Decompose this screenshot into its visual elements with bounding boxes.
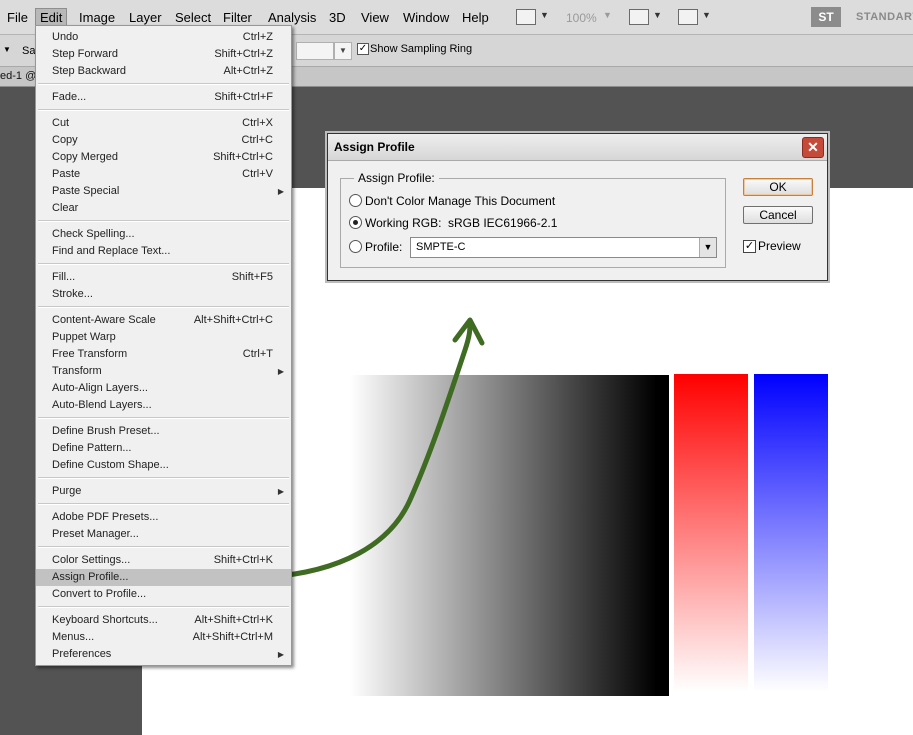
profile-select-value: SMPTE-C xyxy=(416,241,466,253)
menu-item-preset-manager[interactable]: Preset Manager... xyxy=(36,526,291,543)
menu-item-fill[interactable]: Fill... Shift+F5 xyxy=(36,269,291,286)
menu-item-auto-blend-layers[interactable]: Auto-Blend Layers... xyxy=(36,397,291,414)
menu-separator xyxy=(38,263,289,265)
close-icon[interactable]: ✕ xyxy=(802,137,824,158)
menu-item-step-forward[interactable]: Step Forward Shift+Ctrl+Z xyxy=(36,46,291,63)
menu-separator xyxy=(38,503,289,505)
menu-item-purge[interactable]: Purge ▶ xyxy=(36,483,291,500)
profile-select[interactable]: SMPTE-C ▼ xyxy=(410,237,717,258)
menu-item-fade[interactable]: Fade... Shift+Ctrl+F xyxy=(36,89,291,106)
menu-separator xyxy=(38,417,289,419)
preview-checkbox[interactable]: ✓ xyxy=(743,240,756,253)
menu-separator xyxy=(38,546,289,548)
menu-item-stroke[interactable]: Stroke... xyxy=(36,286,291,303)
submenu-arrow-icon: ▶ xyxy=(277,487,284,496)
menu-item-adobe-pdf-presets[interactable]: Adobe PDF Presets... xyxy=(36,509,291,526)
submenu-arrow-icon: ▶ xyxy=(277,367,284,376)
menu-item-define-custom-shape[interactable]: Define Custom Shape... xyxy=(36,457,291,474)
menu-item-auto-align-layers[interactable]: Auto-Align Layers... xyxy=(36,380,291,397)
menu-separator xyxy=(38,109,289,111)
menu-item-paste-special[interactable]: Paste Special ▶ xyxy=(36,183,291,200)
menu-separator xyxy=(38,83,289,85)
menu-item-convert-to-profile[interactable]: Convert to Profile... xyxy=(36,586,291,603)
menu-separator xyxy=(38,306,289,308)
menu-item-define-pattern[interactable]: Define Pattern... xyxy=(36,440,291,457)
preview-label[interactable]: Preview xyxy=(758,239,801,253)
radio-profile-label[interactable]: Profile: xyxy=(365,240,402,254)
radio-working-rgb[interactable] xyxy=(349,216,362,229)
menu-item-menus[interactable]: Menus... Alt+Shift+Ctrl+M xyxy=(36,629,291,646)
radio-dont-color-manage[interactable] xyxy=(349,194,362,207)
menu-item-define-brush-preset[interactable]: Define Brush Preset... xyxy=(36,423,291,440)
group-label: Assign Profile: xyxy=(354,171,439,185)
menu-item-content-aware-scale[interactable]: Content-Aware Scale Alt+Shift+Ctrl+C xyxy=(36,312,291,329)
menu-item-puppet-warp[interactable]: Puppet Warp xyxy=(36,329,291,346)
menu-item-transform[interactable]: Transform ▶ xyxy=(36,363,291,380)
submenu-arrow-icon: ▶ xyxy=(277,650,284,659)
cancel-button[interactable]: Cancel xyxy=(743,206,813,224)
menu-item-check-spelling[interactable]: Check Spelling... xyxy=(36,226,291,243)
menu-item-step-backward[interactable]: Step Backward Alt+Ctrl+Z xyxy=(36,63,291,80)
menu-item-free-transform[interactable]: Free Transform Ctrl+T xyxy=(36,346,291,363)
menu-item-preferences[interactable]: Preferences ▶ xyxy=(36,646,291,663)
menu-item-assign-profile[interactable]: Assign Profile... xyxy=(36,569,291,586)
menu-item-copy[interactable]: Copy Ctrl+C xyxy=(36,132,291,149)
radio-dont-color-manage-label[interactable]: Don't Color Manage This Document xyxy=(365,194,555,208)
edit-menu: Undo Ctrl+Z Step Forward Shift+Ctrl+Z Step… xyxy=(35,25,292,666)
ok-button[interactable]: OK xyxy=(743,178,813,196)
radio-profile[interactable] xyxy=(349,240,362,253)
menu-separator xyxy=(38,606,289,608)
radio-working-rgb-label[interactable]: Working RGB: xyxy=(365,216,441,230)
menu-separator xyxy=(38,220,289,222)
dialog-title: Assign Profile xyxy=(334,140,415,154)
menu-item-clear[interactable]: Clear xyxy=(36,200,291,217)
menu-item-keyboard-shortcuts[interactable]: Keyboard Shortcuts... Alt+Shift+Ctrl+K xyxy=(36,612,291,629)
menu-item-copy-merged[interactable]: Copy Merged Shift+Ctrl+C xyxy=(36,149,291,166)
menu-item-undo[interactable]: Undo Ctrl+Z xyxy=(36,29,291,46)
assign-profile-dialog: Assign Profile ✕ Assign Profile: Don't C… xyxy=(327,133,828,281)
dialog-title-bar[interactable]: Assign Profile ✕ xyxy=(328,134,827,161)
menu-item-color-settings[interactable]: Color Settings... Shift+Ctrl+K xyxy=(36,552,291,569)
menu-item-paste[interactable]: Paste Ctrl+V xyxy=(36,166,291,183)
working-rgb-value: sRGB IEC61966-2.1 xyxy=(448,216,558,230)
menu-separator xyxy=(38,477,289,479)
menu-item-find-replace[interactable]: Find and Replace Text... xyxy=(36,243,291,260)
submenu-arrow-icon: ▶ xyxy=(277,187,284,196)
chevron-down-icon[interactable]: ▼ xyxy=(699,238,716,257)
menu-item-cut[interactable]: Cut Ctrl+X xyxy=(36,115,291,132)
